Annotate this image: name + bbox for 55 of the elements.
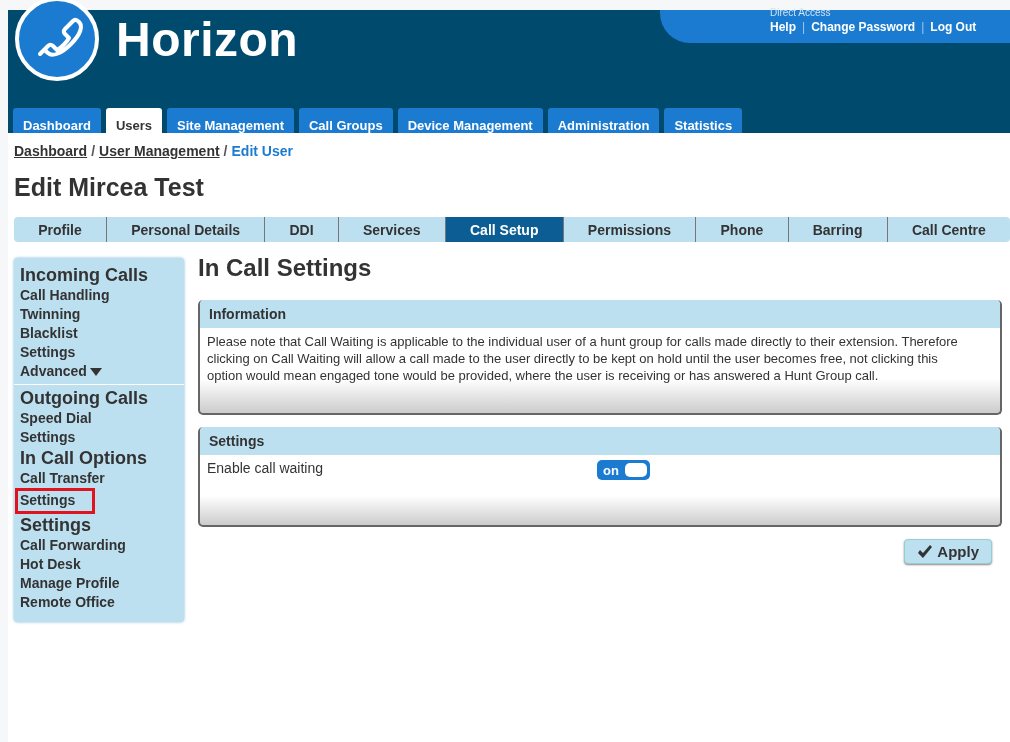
- sidebar-item[interactable]: Advanced: [20, 362, 102, 381]
- logo-text: Horizon: [116, 11, 299, 67]
- section-tab[interactable]: Call Centre: [887, 217, 1010, 242]
- header-link[interactable]: Log Out: [930, 20, 977, 34]
- sidebar-item[interactable]: Call Transfer: [20, 469, 105, 488]
- section-tab[interactable]: Barring: [788, 217, 888, 242]
- breadcrumb-separator: /: [223, 143, 228, 159]
- nav-tab[interactable]: Call Groups: [298, 108, 393, 133]
- sidebar-item[interactable]: Settings: [20, 343, 76, 362]
- panel-title: Settings: [200, 427, 1000, 455]
- direct-access-label: Direct Access: [770, 8, 832, 18]
- sidebar-item[interactable]: Remote Office: [20, 593, 115, 612]
- breadcrumb-link[interactable]: Dashboard: [14, 143, 88, 159]
- nav-tab[interactable]: Dashboard: [13, 108, 101, 133]
- breadcrumb-current: Edit User: [231, 143, 293, 159]
- header-link[interactable]: Help: [770, 20, 796, 34]
- breadcrumb-separator: /: [91, 143, 95, 159]
- sidebar-item[interactable]: Speed Dial: [20, 409, 92, 428]
- section-title: In Call Settings: [198, 254, 373, 282]
- page-title: Edit Mircea Test: [14, 173, 205, 202]
- apply-button[interactable]: Apply: [904, 539, 992, 564]
- sidebar-heading: In Call Options: [20, 447, 148, 469]
- nav-tab[interactable]: Statistics: [664, 108, 743, 133]
- sidebar-item[interactable]: Hot Desk: [20, 555, 81, 574]
- section-tab[interactable]: Call Setup: [445, 217, 564, 242]
- header-link[interactable]: Change Password: [811, 20, 916, 34]
- sidebar-item[interactable]: Call Handling: [20, 286, 110, 305]
- panel-title: Information: [200, 300, 1000, 328]
- sidebar-item[interactable]: Settings: [18, 491, 93, 511]
- breadcrumb-link[interactable]: User Management: [99, 143, 220, 159]
- section-tab[interactable]: Personal Details: [106, 217, 266, 242]
- section-tab[interactable]: Phone: [696, 217, 789, 242]
- nav-tab[interactable]: Administration: [547, 108, 660, 133]
- link-separator: |: [921, 20, 925, 34]
- setting-label: Enable call waiting: [207, 460, 324, 478]
- sidebar-heading: Settings: [20, 514, 92, 536]
- sidebar-item[interactable]: Call Forwarding: [20, 536, 126, 555]
- sidebar-item[interactable]: Settings: [20, 428, 76, 447]
- sidebar-item[interactable]: Blacklist: [20, 324, 78, 343]
- checkmark-icon: [917, 544, 934, 559]
- information-text: Please note that Call Waiting is applicable to the individual user of a hunt group for calls made directly to their extension. Therefore clicking on Call Waiting will allow a call made to the user directly to be kept on hold until the user becomes free, not clicking this option would mean engaged tone would be provided, where the user is receiving or has answered a Hunt Group call.: [206, 333, 959, 385]
- sidebar-item[interactable]: Manage Profile: [20, 574, 120, 593]
- sidebar-heading: Outgoing Calls: [20, 387, 149, 409]
- toggle-switch[interactable]: on: [597, 460, 650, 480]
- nav-tab[interactable]: Device Management: [397, 108, 543, 133]
- section-tab[interactable]: DDI: [265, 217, 339, 242]
- link-separator: |: [802, 20, 806, 34]
- section-tab[interactable]: Profile: [14, 217, 107, 242]
- sidebar-heading: Incoming Calls: [20, 264, 150, 286]
- caret-icon: [89, 368, 102, 376]
- nav-tab[interactable]: Users: [105, 108, 163, 133]
- section-tab[interactable]: Permissions: [563, 217, 697, 242]
- section-tab[interactable]: Services: [338, 217, 446, 242]
- sidebar-item[interactable]: Twinning: [20, 305, 81, 324]
- nav-tab[interactable]: Site Management: [167, 108, 294, 133]
